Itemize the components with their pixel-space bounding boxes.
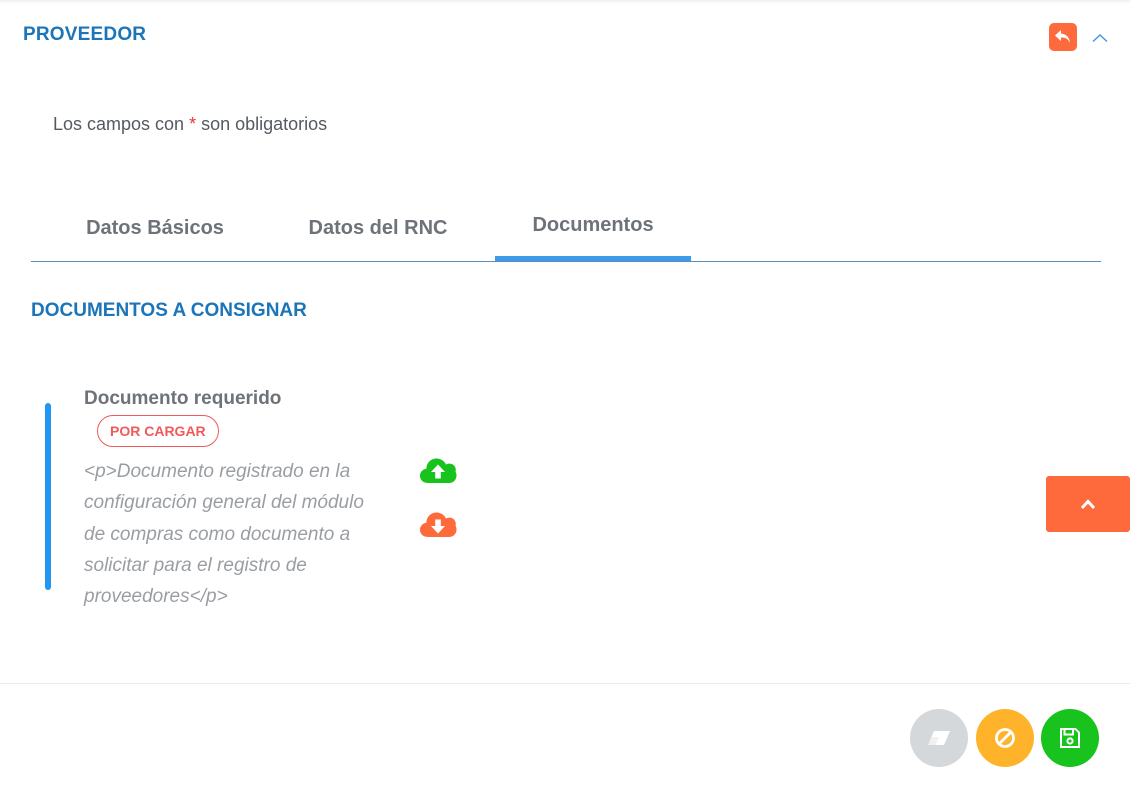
document-accent-bar xyxy=(45,403,51,590)
floppy-disk-icon xyxy=(1060,728,1080,748)
cancel-button[interactable] xyxy=(976,709,1034,767)
eraser-icon xyxy=(928,731,950,745)
tab-datos-rnc[interactable]: Datos del RNC xyxy=(283,196,473,261)
document-name: Documento requerido xyxy=(84,388,282,409)
cloud-upload-icon xyxy=(420,458,457,483)
chevron-up-icon xyxy=(1092,33,1108,43)
page-title: PROVEEDOR xyxy=(23,24,147,45)
scroll-to-top-button[interactable] xyxy=(1046,476,1130,532)
save-button[interactable] xyxy=(1041,709,1099,767)
document-description: <p>Documento registrado en la configurac… xyxy=(84,461,364,608)
required-note-suffix: son obligatorios xyxy=(196,114,328,134)
reply-icon xyxy=(1055,30,1070,43)
upload-document-button[interactable] xyxy=(419,455,457,485)
back-button[interactable] xyxy=(1049,23,1077,51)
tab-datos-basicos[interactable]: Datos Básicos xyxy=(62,196,248,261)
section-title: DOCUMENTOS A CONSIGNAR xyxy=(31,300,307,321)
tab-documentos[interactable]: Documentos xyxy=(495,196,691,261)
status-badge: POR CARGAR xyxy=(97,415,219,447)
clear-form-button[interactable] xyxy=(910,709,968,767)
cloud-download-icon xyxy=(420,512,457,537)
download-document-button[interactable] xyxy=(419,509,457,539)
card-header: PROVEEDOR xyxy=(0,0,1130,70)
required-note-prefix: Los campos con xyxy=(53,114,190,134)
required-fields-note: Los campos con * son obligatorios xyxy=(53,114,327,135)
chevron-up-icon xyxy=(1080,499,1096,510)
collapse-button[interactable] xyxy=(1090,29,1110,47)
ban-icon xyxy=(995,728,1015,748)
tab-bar: Datos Básicos Datos del RNC Documentos xyxy=(31,196,1101,262)
